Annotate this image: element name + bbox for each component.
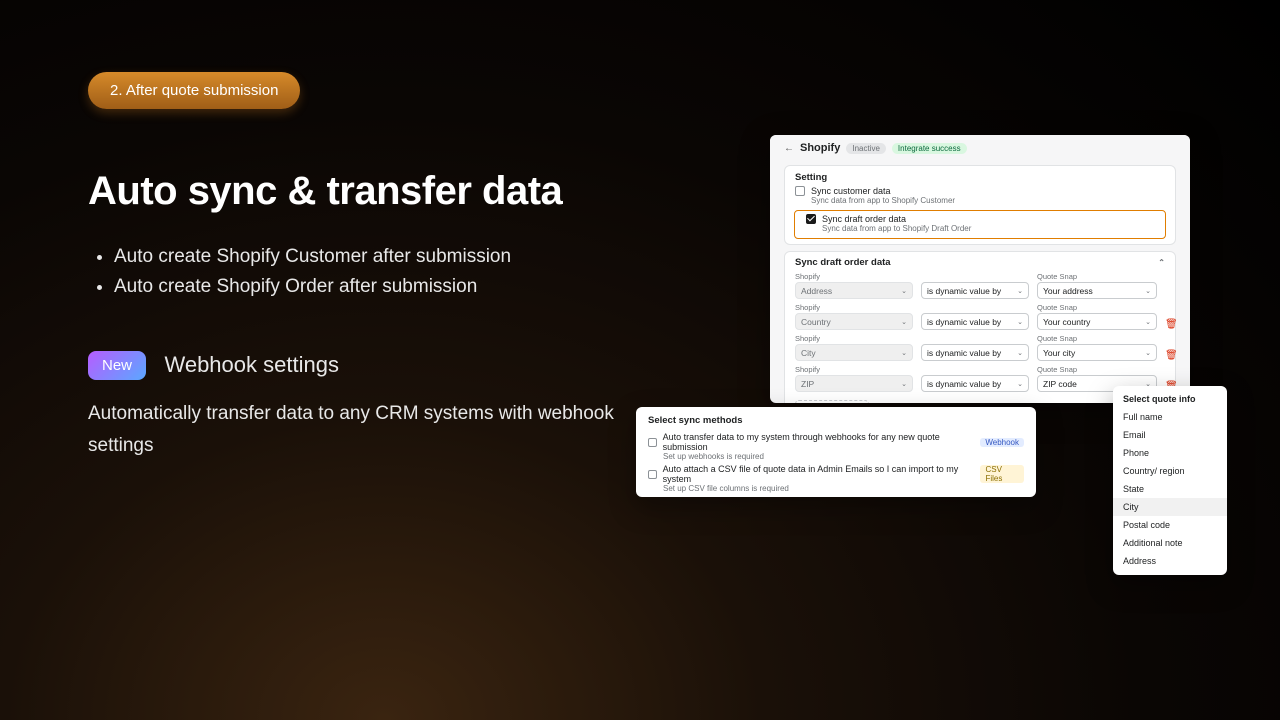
section-title-label: Sync draft order data (795, 257, 891, 268)
shopify-settings-panel: ← Shopify Inactive Integrate success Set… (770, 135, 1190, 403)
feature-bullets: Auto create Shopify Customer after submi… (88, 242, 648, 303)
quote-snap-select[interactable]: Your country⌄ (1037, 313, 1157, 330)
sync-method-row: Auto transfer data to my system through … (648, 432, 1024, 461)
chevron-down-icon: ⌄ (1017, 349, 1023, 357)
chevron-down-icon: ⌄ (1017, 318, 1023, 326)
status-badge-success: Integrate success (892, 143, 967, 154)
col-label-empty (921, 334, 1029, 343)
chevron-down-icon: ⌄ (901, 349, 907, 357)
card-title: Setting (785, 166, 1175, 185)
chevron-down-icon: ⌄ (1017, 380, 1023, 388)
sync-method-sublabel: Set up CSV file columns is required (663, 484, 1024, 493)
checkbox-sync-draft[interactable] (806, 214, 816, 224)
chevron-down-icon: ⌄ (1145, 349, 1151, 357)
checkbox-sublabel: Sync data from app to Shopify Draft Orde… (822, 224, 1154, 233)
col-label-empty (921, 303, 1029, 312)
dropdown-title: Select quote info (1113, 391, 1227, 408)
checkbox-sublabel: Sync data from app to Shopify Customer (811, 196, 1165, 205)
mapping-grid: Shopify Address⌄ is dynamic value by⌄ Qu… (785, 272, 1175, 400)
tag-csv: CSV Files (980, 465, 1024, 483)
col-label-empty (921, 365, 1029, 374)
highlight-draft-order: Sync draft order data Sync data from app… (794, 210, 1166, 239)
checkbox-webhook[interactable] (648, 438, 657, 447)
chevron-down-icon: ⌄ (901, 380, 907, 388)
quote-snap-select[interactable]: Your address⌄ (1037, 282, 1157, 299)
sync-method-label: Auto transfer data to my system through … (663, 432, 971, 452)
sync-customer-row: Sync customer data Sync data from app to… (785, 185, 1175, 208)
mapping-row: Shopify Address⌄ is dynamic value by⌄ Qu… (795, 272, 1165, 299)
webhook-description: Automatically transfer data to any CRM s… (88, 398, 648, 463)
col-label-quote: Quote Snap (1037, 272, 1157, 281)
dropdown-item[interactable]: City (1113, 498, 1227, 516)
tag-webhook: Webhook (980, 438, 1024, 447)
dropdown-item[interactable]: Postal code (1113, 516, 1227, 534)
shopify-field-select[interactable]: Address⌄ (795, 282, 913, 299)
dropdown-item[interactable]: State (1113, 480, 1227, 498)
operator-select[interactable]: is dynamic value by⌄ (921, 313, 1029, 330)
hero-text: 2. After quote submission Auto sync & tr… (88, 72, 648, 462)
webhook-subhead: Webhook settings (164, 352, 338, 378)
dropdown-item[interactable]: Address (1113, 552, 1227, 570)
mapping-row: Shopify City⌄ is dynamic value by⌄ Quote… (795, 334, 1165, 361)
chevron-down-icon: ⌄ (1017, 287, 1023, 295)
sync-method-sublabel: Set up webhooks is required (663, 452, 1024, 461)
bullet-item: Auto create Shopify Customer after submi… (114, 242, 648, 272)
dropdown-item[interactable]: Phone (1113, 444, 1227, 462)
operator-select[interactable]: is dynamic value by⌄ (921, 344, 1029, 361)
panel-title: Shopify (800, 142, 840, 154)
sync-draft-row: Sync draft order data Sync data from app… (796, 213, 1164, 236)
back-icon[interactable]: ← (784, 143, 794, 154)
modal-title: Select sync methods (648, 415, 1024, 426)
section-title: Sync draft order data ⌃ (785, 252, 1175, 272)
dropdown-item[interactable]: Full name (1113, 408, 1227, 426)
chevron-down-icon: ⌄ (1145, 287, 1151, 295)
quote-snap-select[interactable]: Your city⌄ (1037, 344, 1157, 361)
webhook-heading-row: New Webhook settings (88, 351, 648, 380)
chevron-down-icon: ⌄ (1145, 318, 1151, 326)
new-badge: New (88, 351, 146, 380)
delete-row-icon[interactable]: 🗑 (1165, 319, 1177, 330)
shopify-field-select[interactable]: Country⌄ (795, 313, 913, 330)
mapping-row: Shopify ZIP⌄ is dynamic value by⌄ Quote … (795, 365, 1165, 392)
collapse-icon[interactable]: ⌃ (1158, 258, 1165, 267)
setting-card: Setting Sync customer data Sync data fro… (784, 165, 1176, 245)
col-label-shopify: Shopify (795, 303, 913, 312)
col-label-shopify: Shopify (795, 334, 913, 343)
col-label-quote: Quote Snap (1037, 334, 1157, 343)
sync-method-row: Auto attach a CSV file of quote data in … (648, 464, 1024, 493)
sync-method-label: Auto attach a CSV file of quote data in … (663, 464, 971, 484)
checkbox-label: Sync draft order data (822, 214, 906, 224)
add-property-button[interactable]: + Add property (795, 400, 869, 403)
operator-select[interactable]: is dynamic value by⌄ (921, 375, 1029, 392)
shopify-field-select[interactable]: City⌄ (795, 344, 913, 361)
delete-row-icon[interactable]: 🗑 (1165, 350, 1177, 361)
chevron-down-icon: ⌄ (901, 318, 907, 326)
col-label-shopify: Shopify (795, 272, 913, 281)
bullet-item: Auto create Shopify Order after submissi… (114, 272, 648, 302)
operator-select[interactable]: is dynamic value by⌄ (921, 282, 1029, 299)
col-label-quote: Quote Snap (1037, 303, 1157, 312)
quote-info-dropdown: Select quote info Full name Email Phone … (1113, 386, 1227, 575)
col-label-shopify: Shopify (795, 365, 913, 374)
dropdown-item[interactable]: Additional note (1113, 534, 1227, 552)
checkbox-sync-customer[interactable] (795, 186, 805, 196)
page-title: Auto sync & transfer data (88, 169, 648, 214)
status-badge-inactive: Inactive (846, 143, 886, 154)
panel-header: ← Shopify Inactive Integrate success (770, 135, 1190, 161)
checkbox-label: Sync customer data (811, 186, 891, 196)
dropdown-item[interactable]: Email (1113, 426, 1227, 444)
checkbox-csv[interactable] (648, 470, 657, 479)
chevron-down-icon: ⌄ (901, 287, 907, 295)
col-label-empty (921, 272, 1029, 281)
mapping-card: Sync draft order data ⌃ Shopify Address⌄… (784, 251, 1176, 403)
mapping-row: Shopify Country⌄ is dynamic value by⌄ Qu… (795, 303, 1165, 330)
select-sync-methods-modal: Select sync methods Auto transfer data t… (636, 407, 1036, 497)
shopify-field-select[interactable]: ZIP⌄ (795, 375, 913, 392)
col-label-quote: Quote Snap (1037, 365, 1157, 374)
dropdown-item[interactable]: Country/ region (1113, 462, 1227, 480)
step-pill: 2. After quote submission (88, 72, 300, 109)
